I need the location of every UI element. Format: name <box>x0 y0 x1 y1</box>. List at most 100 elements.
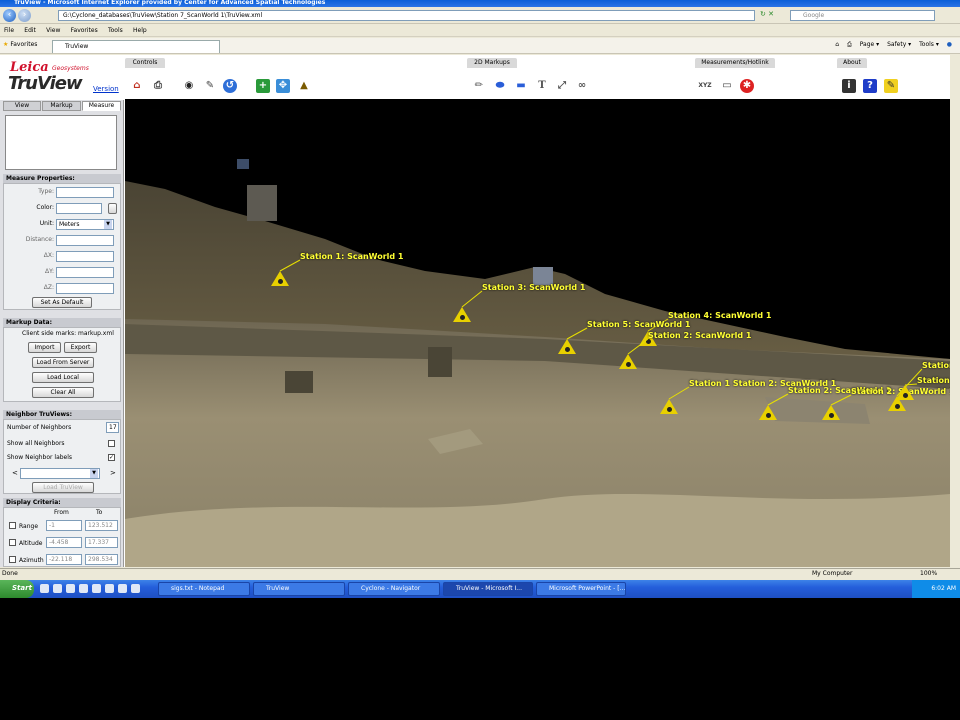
menu-tools[interactable]: Tools <box>104 25 127 36</box>
station-label[interactable]: Station 2: ScanWorld 1 <box>648 331 751 340</box>
pan-icon[interactable]: ✥ <box>276 79 290 93</box>
chevron-down-icon[interactable]: ▼ <box>104 220 112 229</box>
ellipse-icon[interactable]: ⬬ <box>493 79 507 93</box>
station-marker-icon[interactable]: ▲ <box>297 79 311 93</box>
zoom-in-icon[interactable]: + <box>256 79 270 93</box>
hotlink-icon[interactable]: ✱ <box>740 79 754 93</box>
next-neighbor-icon[interactable]: > <box>110 469 116 477</box>
tab-measure[interactable]: Measure <box>82 101 121 111</box>
station-label[interactable]: Station 1: ScanWorld 1 <box>300 252 403 261</box>
dimension-icon[interactable]: ⤢ <box>555 79 569 93</box>
search-input[interactable]: Google <box>790 10 935 21</box>
zoom-level[interactable]: 100% <box>920 570 937 577</box>
neighbor-select[interactable]: ▼ <box>20 468 100 479</box>
export-button[interactable]: Export <box>64 342 97 353</box>
text-icon[interactable]: T <box>535 79 549 93</box>
neighbor-count-field[interactable]: 17 <box>106 422 119 433</box>
color-picker-button[interactable] <box>108 203 117 214</box>
altitude-from-field[interactable]: -4.458 <box>46 537 82 548</box>
station-label[interactable]: Station <box>917 376 950 385</box>
quicklaunch-app-icon[interactable] <box>66 584 75 593</box>
station-label[interactable]: Station 5: ScanWorld 1 <box>587 320 690 329</box>
print-icon[interactable]: ⎙ <box>151 79 165 93</box>
altitude-to-field[interactable]: 17.337 <box>85 537 118 548</box>
quicklaunch-word-icon[interactable] <box>118 584 127 593</box>
about-group: About i ? ✎ <box>837 58 917 98</box>
home-icon[interactable]: ⌂ <box>130 79 144 93</box>
range-to-field[interactable]: 123.512 <box>85 520 118 531</box>
prev-neighbor-icon[interactable]: < <box>12 469 18 477</box>
measure-results-box <box>5 115 117 170</box>
azimuth-from-field[interactable]: -22.118 <box>46 554 82 565</box>
azimuth-to-field[interactable]: 298.534 <box>85 554 118 565</box>
menu-file[interactable]: File <box>0 25 18 36</box>
load-truview-button[interactable]: Load TruView <box>32 482 94 493</box>
altitude-checkbox[interactable] <box>9 539 16 546</box>
show-all-checkbox[interactable] <box>108 440 115 447</box>
quicklaunch-media-icon[interactable] <box>79 584 88 593</box>
altitude-label: Altitude <box>19 540 43 547</box>
azimuth-checkbox[interactable] <box>9 556 16 563</box>
menu-help[interactable]: Help <box>129 25 151 36</box>
range-checkbox[interactable] <box>9 522 16 529</box>
to-label: To <box>96 509 103 516</box>
quicklaunch-ie-icon[interactable] <box>40 584 49 593</box>
quicklaunch-email-icon[interactable] <box>131 584 140 593</box>
clear-all-button[interactable]: Clear All <box>32 387 94 398</box>
import-button[interactable]: Import <box>28 342 61 353</box>
tab-view[interactable]: View <box>3 101 41 111</box>
station-label[interactable]: Station <box>922 361 950 370</box>
refresh-view-icon[interactable]: ↺ <box>223 79 237 93</box>
version-link[interactable]: Version <box>93 85 119 93</box>
quicklaunch-help-icon[interactable] <box>105 584 114 593</box>
ie-command-bar: ⌂ ⎙ Page ▾ Safety ▾ Tools ▾ ● <box>829 41 952 49</box>
back-icon[interactable]: ‹ <box>3 9 16 22</box>
eye-icon[interactable]: ◉ <box>182 79 196 93</box>
station-label[interactable]: Station 4: ScanWorld 1 <box>668 311 771 320</box>
note-icon[interactable]: ✎ <box>884 79 898 93</box>
load-local-button[interactable]: Load Local <box>32 372 94 383</box>
task-ie-truview[interactable]: TruView - Microsoft I... <box>443 582 533 596</box>
safety-menu[interactable]: Safety ▾ <box>887 41 911 48</box>
link-icon[interactable]: ∞ <box>575 79 589 93</box>
set-default-button[interactable]: Set As Default <box>32 297 92 308</box>
range-from-field[interactable]: -1 <box>46 520 82 531</box>
address-toolbar: ‹ › G:\Cyclone_databases\TruView\Station… <box>0 7 960 24</box>
browser-tab[interactable]: TruView <box>52 40 220 53</box>
show-labels-checkbox[interactable]: ✓ <box>108 454 115 461</box>
address-field[interactable]: G:\Cyclone_databases\TruView\Station 7_S… <box>58 10 755 21</box>
tab-markup[interactable]: Markup <box>42 101 81 111</box>
favorites-button[interactable]: ★ Favorites <box>3 41 37 48</box>
menu-favorites[interactable]: Favorites <box>67 25 102 36</box>
page-menu[interactable]: Page ▾ <box>860 41 879 48</box>
rectangle-icon[interactable]: ▬ <box>514 79 528 93</box>
xyz-icon[interactable]: XYZ <box>698 79 712 93</box>
forward-icon[interactable]: › <box>18 9 31 22</box>
quicklaunch-folder-icon[interactable] <box>53 584 62 593</box>
station-label[interactable]: Station 3: ScanWorld 1 <box>482 283 585 292</box>
task-cyclone[interactable]: Cyclone - Navigator <box>348 582 440 596</box>
pencil-icon[interactable]: ✏ <box>472 79 486 93</box>
chevron-down-icon[interactable]: ▼ <box>90 469 98 478</box>
tools-menu[interactable]: Tools ▾ <box>919 41 939 48</box>
task-truview-folder[interactable]: TruView <box>253 582 345 596</box>
home-icon[interactable]: ⌂ <box>835 41 839 48</box>
dx-field <box>56 251 114 262</box>
info-icon[interactable]: i <box>842 79 856 93</box>
task-notepad[interactable]: sigs.txt - Notepad <box>158 582 250 596</box>
load-server-button[interactable]: Load From Server <box>32 357 94 368</box>
print-icon[interactable]: ⎙ <box>847 41 852 48</box>
refresh-icon[interactable]: ↻ ✕ <box>760 10 786 21</box>
menu-view[interactable]: View <box>42 25 64 36</box>
status-text: Done <box>2 570 18 577</box>
help-icon[interactable]: ● <box>947 41 952 48</box>
help-icon[interactable]: ? <box>863 79 877 93</box>
ruler-icon[interactable]: ▭ <box>720 79 734 93</box>
quicklaunch-desktop-icon[interactable] <box>92 584 101 593</box>
pen-icon[interactable]: ✎ <box>203 79 217 93</box>
start-button[interactable]: Start <box>0 580 34 598</box>
unit-select[interactable]: Meters ▼ <box>56 219 114 230</box>
menu-edit[interactable]: Edit <box>20 25 40 36</box>
task-powerpoint[interactable]: Microsoft PowerPoint - [... <box>536 582 626 596</box>
panorama-viewport[interactable]: Station 1: ScanWorld 1 Station 3: ScanWor… <box>125 99 950 567</box>
